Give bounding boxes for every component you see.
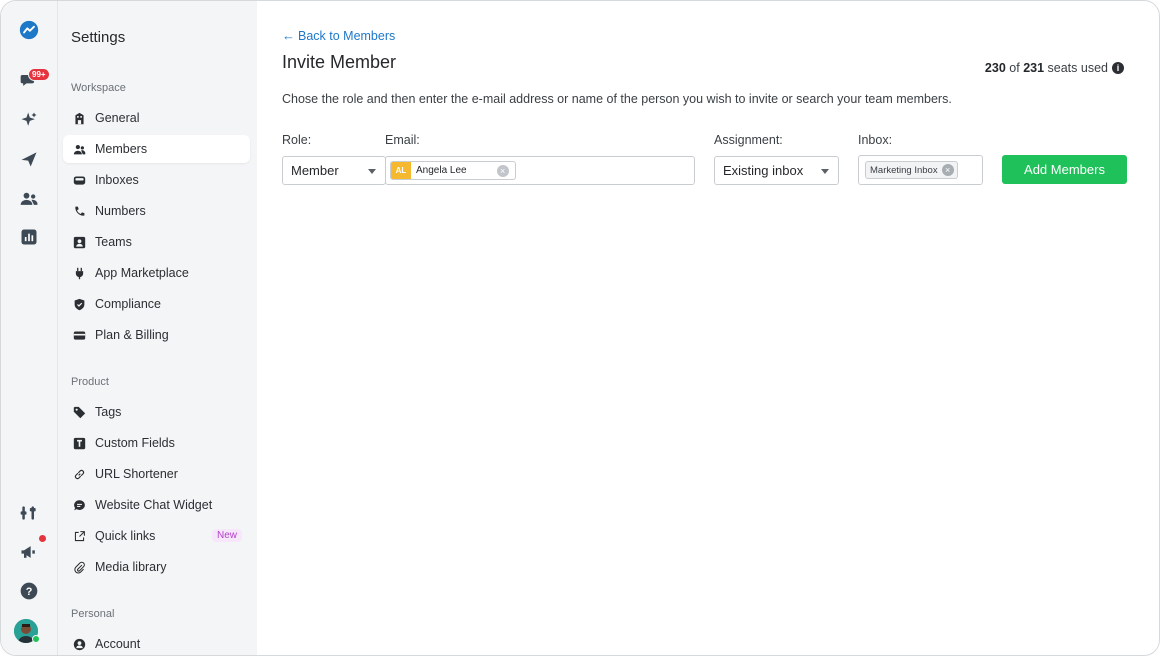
seats-total-count: 231 [1023, 61, 1045, 75]
sidebar-item-label: General [95, 111, 140, 125]
inbox-chip-label: Marketing Inbox [870, 164, 938, 176]
chevron-down-icon [821, 169, 829, 174]
email-recipient-chip: AL Angela Lee × [390, 161, 516, 180]
settings-sidebar: Settings Workspace General Members Inbox… [58, 1, 257, 655]
info-icon[interactable]: i [1112, 62, 1124, 74]
sidebar-item-inboxes[interactable]: Inboxes [63, 166, 250, 194]
announcements-icon[interactable] [17, 540, 41, 564]
online-status-dot [32, 635, 40, 643]
arrow-left-icon: ← [282, 28, 295, 43]
sidebar-item-label: Media library [95, 560, 167, 574]
sparkle-icon[interactable] [17, 108, 41, 132]
sidebar-item-media-library[interactable]: Media library [63, 553, 250, 581]
contacts-icon[interactable] [17, 187, 41, 211]
chat-bubble-icon [72, 498, 86, 512]
assignment-select-value: Existing inbox [723, 163, 804, 178]
paperclip-icon [72, 560, 86, 574]
link-icon [72, 467, 86, 481]
unread-indicator [38, 534, 47, 543]
back-link-label: Back to Members [298, 28, 396, 43]
integrations-icon[interactable] [17, 501, 41, 525]
seats-usage: 230 of 231 seats used i [985, 61, 1124, 75]
brand-logo-icon[interactable] [17, 18, 41, 42]
tag-icon [72, 405, 86, 419]
role-label: Role: [282, 133, 312, 147]
credit-card-icon [72, 328, 86, 342]
sidebar-item-label: Members [95, 142, 148, 156]
recipient-initials: AL [391, 162, 411, 179]
account-icon [72, 637, 86, 651]
building-icon [72, 111, 86, 125]
section-personal: Personal [71, 608, 115, 620]
add-members-button[interactable]: Add Members [1002, 155, 1127, 184]
assignment-select[interactable]: Existing inbox [714, 156, 839, 185]
main-content: ← Back to Members Invite Member 230 of 2… [257, 1, 1159, 655]
page-title: Invite Member [282, 52, 397, 72]
section-workspace: Workspace [71, 82, 126, 94]
external-link-icon [72, 529, 86, 543]
sidebar-item-label: Plan & Billing [95, 328, 169, 342]
sidebar-item-label: Account [95, 637, 141, 651]
sidebar-item-label: Teams [95, 235, 132, 249]
remove-chip-icon[interactable]: × [496, 164, 509, 177]
sidebar-item-general[interactable]: General [63, 104, 250, 132]
sidebar-item-app-marketplace[interactable]: App Marketplace [63, 259, 250, 287]
members-icon [72, 142, 86, 156]
svg-text:?: ? [26, 586, 33, 598]
campaign-send-icon[interactable] [17, 147, 41, 171]
sidebar-item-label: Website Chat Widget [95, 498, 213, 512]
seats-of-text: of [1009, 61, 1020, 75]
sidebar-item-account[interactable]: Account [63, 630, 250, 655]
sidebar-title: Settings [71, 29, 126, 46]
sidebar-item-quick-links[interactable]: Quick links New [63, 522, 250, 550]
reports-icon[interactable] [17, 225, 41, 249]
sidebar-item-label: URL Shortener [95, 467, 178, 481]
back-to-members-link[interactable]: ← Back to Members [282, 28, 395, 43]
sidebar-item-numbers[interactable]: Numbers [63, 197, 250, 225]
chevron-down-icon [368, 169, 376, 174]
email-label: Email: [385, 133, 420, 147]
help-icon[interactable]: ? [17, 579, 41, 603]
text-field-icon [72, 436, 86, 450]
sidebar-item-label: Inboxes [95, 173, 139, 187]
recipient-name: Angela Lee [416, 165, 467, 176]
sidebar-item-teams[interactable]: Teams [63, 228, 250, 256]
role-select-value: Member [291, 163, 339, 178]
sidebar-item-website-chat-widget[interactable]: Website Chat Widget [63, 491, 250, 519]
sidebar-item-label: Numbers [95, 204, 146, 218]
seats-suffix: seats used [1047, 61, 1108, 75]
inbox-icon [72, 173, 86, 187]
icon-rail: 99+ ? [1, 1, 58, 655]
notification-badge: 99+ [28, 68, 50, 81]
plug-icon [72, 266, 86, 280]
phone-icon [72, 204, 86, 218]
new-badge: New [211, 529, 242, 542]
shield-icon [72, 297, 86, 311]
inbox-input[interactable]: Marketing Inbox × [858, 155, 983, 185]
sidebar-item-plan-billing[interactable]: Plan & Billing [63, 321, 250, 349]
sidebar-item-label: Compliance [95, 297, 162, 311]
sidebar-item-compliance[interactable]: Compliance [63, 290, 250, 318]
sidebar-item-label: Custom Fields [95, 436, 175, 450]
sidebar-item-label: Quick links [95, 529, 156, 543]
sidebar-item-tags[interactable]: Tags [63, 398, 250, 426]
remove-chip-icon[interactable]: × [941, 164, 954, 176]
sidebar-item-label: Tags [95, 405, 122, 419]
inbox-chip: Marketing Inbox × [865, 161, 958, 179]
sidebar-item-members[interactable]: Members [63, 135, 250, 163]
sidebar-item-label: App Marketplace [95, 266, 189, 280]
seats-used-count: 230 [984, 61, 1006, 75]
sidebar-item-custom-fields[interactable]: Custom Fields [63, 429, 250, 457]
section-product: Product [71, 376, 109, 388]
inbox-label: Inbox: [858, 133, 893, 147]
invite-description: Chose the role and then enter the e-mail… [282, 92, 952, 106]
assignment-label: Assignment: [714, 133, 783, 147]
teams-icon [72, 235, 86, 249]
email-input[interactable]: AL Angela Lee × [385, 156, 695, 185]
role-select[interactable]: Member [282, 156, 386, 185]
app-window: 99+ ? Settings Workspace General Members… [0, 0, 1160, 656]
sidebar-item-url-shortener[interactable]: URL Shortener [63, 460, 250, 488]
